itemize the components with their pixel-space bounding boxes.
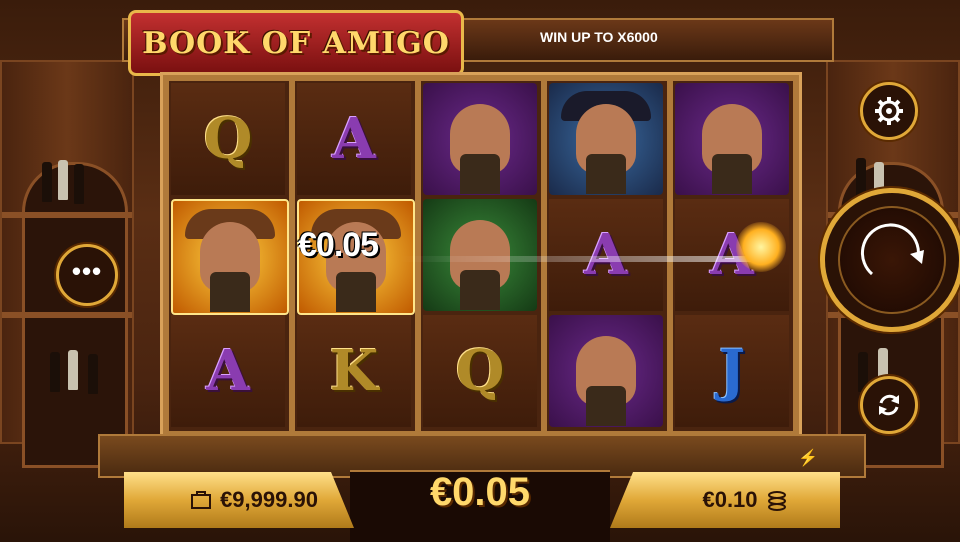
bottle [42, 162, 52, 202]
bald-bandit-portrait [450, 104, 510, 194]
bald-bandit-portrait [576, 336, 636, 426]
symbol-bald-bandit [675, 83, 789, 195]
game-logo: BOOK OF AMIGO [128, 10, 464, 76]
bottle [68, 350, 78, 390]
spin-button-inner [838, 206, 946, 314]
gear-icon [875, 97, 903, 125]
symbol-letter: A [206, 338, 250, 404]
shelf-plank [2, 312, 132, 318]
cowboy-portrait [200, 222, 260, 312]
bottle [74, 164, 84, 204]
symbol-letter: A [584, 222, 628, 288]
symbol-letter-a: A [297, 83, 411, 195]
symbol-letter: A [332, 106, 376, 172]
autoplay-button[interactable] [860, 376, 918, 434]
symbol-letter: Q [203, 106, 253, 172]
symbol-letter: K [329, 338, 379, 404]
symbol-letter-a: A [549, 199, 663, 311]
balance-value: €9,999.90 [220, 487, 318, 512]
game-title: BOOK OF AMIGO [142, 25, 450, 61]
bald-bandit-portrait [702, 104, 762, 194]
spin-button[interactable] [820, 188, 960, 332]
symbol-woman [423, 199, 537, 311]
wallet-icon [191, 491, 212, 509]
symbol-cowboy [171, 199, 289, 315]
bottle [856, 158, 866, 198]
win-streak-effect [400, 256, 760, 262]
win-amount: €0.05 [429, 470, 531, 514]
menu-button[interactable]: ••• [56, 244, 118, 306]
bottle [50, 352, 60, 392]
woman-portrait [450, 220, 510, 310]
symbol-masked-gunman [549, 83, 663, 195]
masked-gunman-portrait [576, 104, 636, 194]
symbol-letter-q: Q [423, 315, 537, 427]
bottle [88, 354, 98, 394]
shelf-plank [2, 212, 132, 218]
symbol-bald-bandit [423, 83, 537, 195]
symbol-bald-bandit [549, 315, 663, 427]
bet-panel[interactable]: €0.10 [610, 472, 840, 528]
bottle [58, 160, 68, 200]
symbol-letter-j: J [675, 315, 789, 427]
win-up-to-label: WIN UP TO X6000 [540, 29, 658, 45]
symbol-letter: J [718, 338, 746, 404]
coins-icon [767, 491, 786, 511]
symbol-letter-q: Q [171, 83, 285, 195]
reel-1: QA [169, 81, 289, 431]
spin-arrow-icon [861, 223, 924, 276]
symbol-letter: Q [455, 338, 505, 404]
more-dots-icon: ••• [71, 256, 103, 286]
line-win-amount: €0.05 [298, 226, 379, 264]
bet-value: €0.10 [702, 487, 758, 512]
balance-panel: €9,999.90 [124, 472, 354, 528]
symbol-letter-k: K [297, 315, 411, 427]
lightning-icon[interactable]: ⚡ [798, 448, 818, 468]
autoplay-icon [879, 394, 899, 416]
flame-effect [736, 222, 786, 272]
settings-button[interactable] [860, 82, 918, 140]
symbol-letter-a: A [171, 315, 285, 427]
